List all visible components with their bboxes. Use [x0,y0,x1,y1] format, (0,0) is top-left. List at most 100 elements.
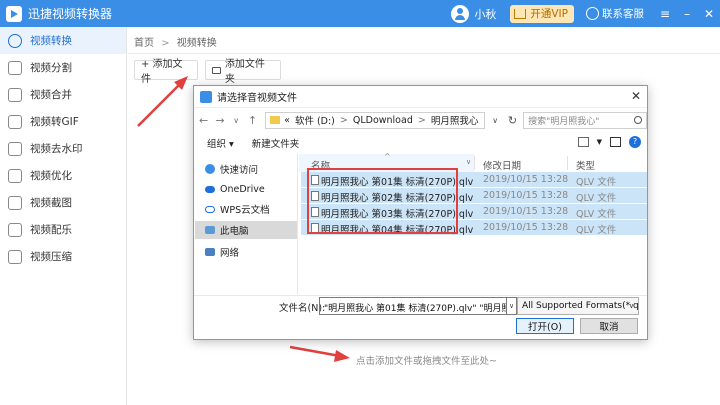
divider [128,53,720,54]
file-row[interactable]: 明月照我心 第02集 标清(270P).qlv 2019/10/15 13:28… [301,188,647,204]
view-options-icon[interactable] [577,137,589,147]
minimize-icon[interactable]: – [676,7,698,21]
file-name: 明月照我心 第04集 标清(270P).qlv [321,225,474,236]
nav-item-this-pc[interactable]: 此电脑 [195,221,297,239]
service-icon[interactable] [586,7,599,20]
column-name[interactable]: 名称 [311,158,330,172]
music-icon [8,222,22,237]
chevron-down-icon: ∨ [628,302,634,310]
column-date[interactable]: 修改日期 [483,158,521,172]
search-input[interactable]: 搜索"明月照我心" [523,111,647,129]
cloud-doc-icon [205,205,215,213]
add-folder-label: 添加文件夹 [224,59,265,85]
convert-icon [8,33,22,48]
preview-pane-icon[interactable] [610,137,621,147]
nav-item-label: 快速访问 [220,165,259,176]
nav-item-label: OneDrive [220,183,265,195]
file-icon [311,207,319,217]
breadcrumb: 首页 > 视频转换 [134,34,217,49]
contact-service-link[interactable]: 联系客服 [602,6,644,21]
dialog-title: 请选择音视频文件 [217,93,297,104]
folder-icon [212,66,221,74]
up-arrow-icon[interactable]: ↑ [246,114,259,127]
column-header: ^ 名称 ∨ 修改日期 类型 [299,152,647,172]
split-icon [8,60,22,75]
refresh-icon[interactable]: ↻ [506,114,519,127]
sidebar-item-label: 视频合并 [30,89,72,101]
app-logo-icon [6,5,22,22]
address-folder-2[interactable]: 明月照我心 [431,113,479,127]
column-type[interactable]: 类型 [576,158,595,172]
nav-item-label: WPS云文档 [220,205,270,216]
avatar-icon[interactable] [451,4,470,23]
sidebar-item-label: 视频配乐 [30,224,72,236]
file-row[interactable]: 明月照我心 第03集 标清(270P).qlv 2019/10/15 13:28… [301,204,647,220]
vip-button[interactable]: 开通VIP [510,4,574,23]
new-folder-button[interactable]: 新建文件夹 [252,136,300,150]
sidebar-item-split[interactable]: 视频分割 [0,54,126,81]
sidebar-item-screenshot[interactable]: 视频截图 [0,189,126,216]
back-arrow-icon[interactable]: ← [197,114,210,127]
sidebar-item-label: 视频转换 [30,35,72,47]
file-row[interactable]: 明月照我心 第01集 标清(270P).qlv 2019/10/15 13:28… [301,172,647,188]
vip-label: 开通VIP [530,8,568,20]
dialog-app-icon [200,90,212,103]
open-button[interactable]: 打开(O) [516,318,574,334]
sidebar-item-optimize[interactable]: 视频优化 [0,162,126,189]
column-divider[interactable] [567,156,568,170]
sidebar-item-label: 视频转GIF [30,116,79,128]
file-type: QLV 文件 [576,177,617,188]
nav-item-quick-access[interactable]: 快速访问 [205,160,297,178]
sidebar-item-merge[interactable]: 视频合并 [0,81,126,108]
navigation-pane: 快速访问 OneDrive WPS云文档 此电脑 网络 [194,154,298,294]
view-dropdown-icon[interactable]: ▼ [597,138,602,146]
column-divider[interactable] [474,156,475,170]
sidebar-item-music[interactable]: 视频配乐 [0,216,126,243]
sidebar-item-convert[interactable]: 视频转换 [0,27,126,54]
sidebar: 视频转换 视频分割 视频合并 视频转GIF 视频去水印 视频优化 视频截图 视频… [0,27,127,405]
cancel-button[interactable]: 取消 [580,318,638,334]
username[interactable]: 小秋 [474,6,496,22]
filename-dropdown-icon[interactable]: ∨ [507,297,517,315]
file-row[interactable]: 明月照我心 第04集 标清(270P).qlv 2019/10/15 13:28… [301,220,647,236]
search-icon [634,116,642,124]
address-row: ← → ∨ ↑ « 软件 (D:) > QLDownload > 明月照我心 ∨… [194,108,647,132]
breadcrumb-home[interactable]: 首页 [134,38,154,49]
nav-item-label: 网络 [220,248,240,259]
dialog-toolbar: 组织 ▾ 新建文件夹 ▼ ? [194,132,647,154]
file-icon [311,191,319,201]
add-folder-button[interactable]: 添加文件夹 [205,59,281,85]
forward-arrow-icon[interactable]: → [213,114,226,127]
network-icon [205,248,215,256]
file-type-select[interactable]: All Supported Formats(*.qlv ∨ [517,297,639,315]
close-icon[interactable]: ✕ [698,7,720,21]
address-dropdown-icon[interactable]: ∨ [489,116,502,125]
organize-menu[interactable]: 组织 ▾ [207,136,234,150]
breadcrumb-current: 视频转换 [176,38,217,49]
file-name: 明月照我心 第03集 标清(270P).qlv [321,209,474,220]
pane-divider [194,295,647,296]
filename-input[interactable]: "明月照我心 第01集 标清(270P).qlv" "明月照我心 [319,297,507,315]
watermark-icon [8,141,22,156]
merge-icon [8,87,22,102]
file-date: 2019/10/15 13:28 [483,190,569,201]
nav-item-network[interactable]: 网络 [205,243,297,261]
help-icon[interactable]: ? [629,136,641,148]
gif-icon [8,114,22,129]
column-dropdown-icon[interactable]: ∨ [466,158,471,166]
dialog-close-icon[interactable]: ✕ [631,89,641,103]
drop-hint[interactable]: 点击添加文件或拖拽文件至此处~ [356,353,497,367]
address-bar[interactable]: « 软件 (D:) > QLDownload > 明月照我心 [265,111,485,129]
sidebar-item-compress[interactable]: 视频压缩 [0,243,126,270]
nav-item-wps-cloud[interactable]: WPS云文档 [205,200,297,218]
crown-icon [514,8,527,19]
recent-dropdown-icon[interactable]: ∨ [230,116,243,125]
menu-icon[interactable]: ≡ [654,7,676,21]
address-lead[interactable]: « [284,115,290,126]
sidebar-item-watermark[interactable]: 视频去水印 [0,135,126,162]
sidebar-item-gif[interactable]: 视频转GIF [0,108,126,135]
address-folder-1[interactable]: QLDownload [353,115,413,126]
address-drive[interactable]: 软件 (D:) [295,113,335,127]
nav-item-onedrive[interactable]: OneDrive [205,180,297,198]
add-file-button[interactable]: + 添加文件 [134,59,198,85]
